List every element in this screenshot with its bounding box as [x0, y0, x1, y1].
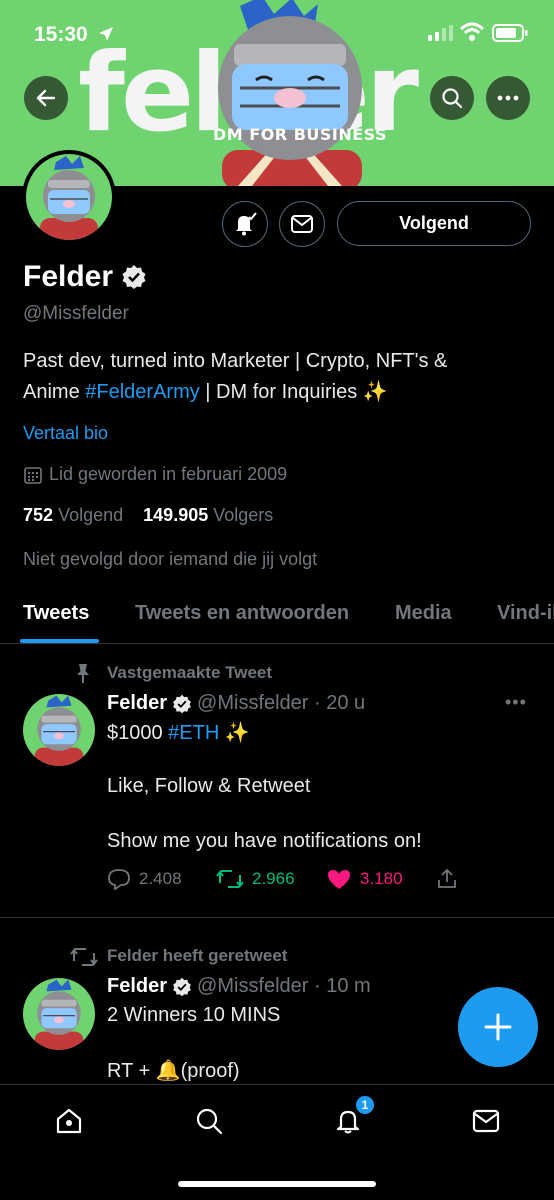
ellipsis-icon [497, 95, 519, 101]
home-icon [56, 1108, 82, 1134]
tweet-text: ✨ [219, 722, 250, 744]
search-icon [442, 88, 463, 109]
knight-avatar-image [34, 979, 84, 1050]
share-button[interactable] [436, 868, 458, 890]
followers-label: Volgers [213, 505, 274, 525]
retweet-icon [70, 948, 98, 966]
message-button[interactable] [279, 201, 325, 247]
tweet-text-line: RT + 🔔(proof) [107, 1060, 240, 1082]
tab-tweets[interactable]: Tweets [23, 602, 89, 625]
envelope-icon [291, 215, 313, 233]
search-icon [196, 1108, 223, 1135]
tweet-meta: @Missfelder · 20 u [197, 692, 366, 714]
tweet-hashtag-link[interactable]: #ETH [168, 722, 219, 744]
tab-tweets-and-replies[interactable]: Tweets en antwoorden [135, 602, 349, 625]
tweet-text-line: Show me you have notifications on! [107, 830, 422, 852]
status-time: 15:30 [34, 23, 88, 46]
tab-likes[interactable]: Vind-ik-leuks [497, 602, 554, 625]
tweet-header: Felder @Missfelder · 10 m [107, 975, 371, 998]
tweet-author-name[interactable]: Felder [107, 692, 167, 715]
followers-link[interactable]: 149.905 Volgers [143, 505, 273, 525]
plus-icon [484, 1013, 512, 1041]
verified-badge-icon [173, 694, 191, 713]
tab-media[interactable]: Media [395, 602, 452, 625]
profile-tabs: Tweets Tweets en antwoorden Media Vind-i… [0, 590, 554, 644]
share-icon [438, 868, 456, 888]
tweet-more-button[interactable]: ••• [505, 692, 527, 713]
following-label: Volgend [58, 505, 124, 525]
status-bar: 15:30 [0, 0, 554, 64]
translate-bio-link[interactable]: Vertaal bio [23, 423, 108, 444]
pin-icon [77, 664, 89, 683]
wifi-icon [460, 22, 484, 41]
compose-tweet-button[interactable] [458, 987, 538, 1067]
verified-badge-icon [122, 265, 146, 289]
pinned-tweet-label: Vastgemaakte Tweet [107, 663, 273, 682]
tweet-text: $1000 [107, 722, 169, 744]
following-count: 752 [23, 505, 54, 525]
nav-search[interactable] [187, 1099, 231, 1143]
joined-text: Lid geworden in februari 2009 [49, 464, 288, 484]
profile-bio: Past dev, turned into Marketer | Crypto,… [23, 346, 523, 408]
knight-avatar-image [34, 695, 84, 766]
tweet-meta: @Missfelder · 10 m [197, 975, 371, 997]
bio-text: Anime [23, 381, 86, 403]
bio-hashtag-link[interactable]: #FelderArmy [85, 381, 199, 403]
reply-icon [108, 869, 130, 890]
followers-count: 149.905 [143, 505, 209, 525]
follow-counts: 752 Volgend 149.905 Volgers [23, 505, 273, 526]
tweet-text-line: 2 Winners 10 MINS [107, 1004, 281, 1026]
bio-text: Past dev, turned into Marketer | Crypto,… [23, 350, 448, 372]
bell-check-icon [236, 212, 257, 236]
nav-home[interactable] [47, 1099, 91, 1143]
bio-text: | DM for Inquiries ✨ [199, 381, 388, 403]
profile-name-row: Felder [23, 260, 147, 294]
joined-date: Lid geworden in februari 2009 [23, 464, 287, 485]
notifications-badge: 1 [354, 1094, 376, 1116]
tweet-author-avatar[interactable] [23, 694, 95, 766]
profile-handle: @Missfelder [23, 303, 129, 324]
tweet-author-name[interactable]: Felder [107, 975, 167, 998]
notifications-toggle-button[interactable] [222, 201, 268, 247]
tweet-divider [0, 917, 554, 918]
profile-avatar[interactable] [22, 150, 116, 244]
battery-icon [492, 24, 528, 42]
like-button[interactable]: 3.180 [326, 868, 403, 890]
active-tab-indicator [20, 639, 99, 643]
verified-badge-icon [173, 977, 191, 996]
retweet-button[interactable]: 2.966 [216, 868, 295, 890]
heart-icon [328, 870, 350, 889]
tweet-header: Felder @Missfelder · 20 u [107, 692, 365, 715]
reply-button[interactable]: 2.408 [107, 868, 182, 890]
more-options-button[interactable] [486, 76, 530, 120]
arrow-left-icon [36, 89, 56, 107]
cellular-signal-icon [428, 25, 453, 41]
back-button[interactable] [24, 76, 68, 120]
profile-name: Felder [23, 260, 114, 293]
nav-messages[interactable] [464, 1099, 508, 1143]
tweet-text-line: $1000 #ETH ✨ [107, 720, 250, 745]
tweet-text-line: Like, Follow & Retweet [107, 775, 311, 797]
home-indicator [178, 1181, 376, 1187]
location-arrow-icon [99, 27, 113, 41]
reply-count: 2.408 [139, 869, 182, 888]
calendar-icon [24, 466, 42, 484]
banner-subtitle: DM FOR BUSINESS [213, 125, 388, 144]
search-button[interactable] [430, 76, 474, 120]
following-link[interactable]: 752 Volgend [23, 505, 123, 525]
tweet-author-avatar[interactable] [23, 978, 95, 1050]
envelope-icon [472, 1109, 500, 1133]
not-followed-notice: Niet gevolgd door iemand die jij volgt [23, 549, 318, 569]
retweet-count: 2.966 [252, 869, 295, 888]
knight-avatar-image [40, 156, 98, 240]
retweeted-by-label: Felder heeft geretweet [107, 946, 288, 965]
like-count: 3.180 [360, 869, 403, 888]
retweet-icon [216, 870, 244, 888]
following-button[interactable]: Volgend [337, 201, 531, 246]
